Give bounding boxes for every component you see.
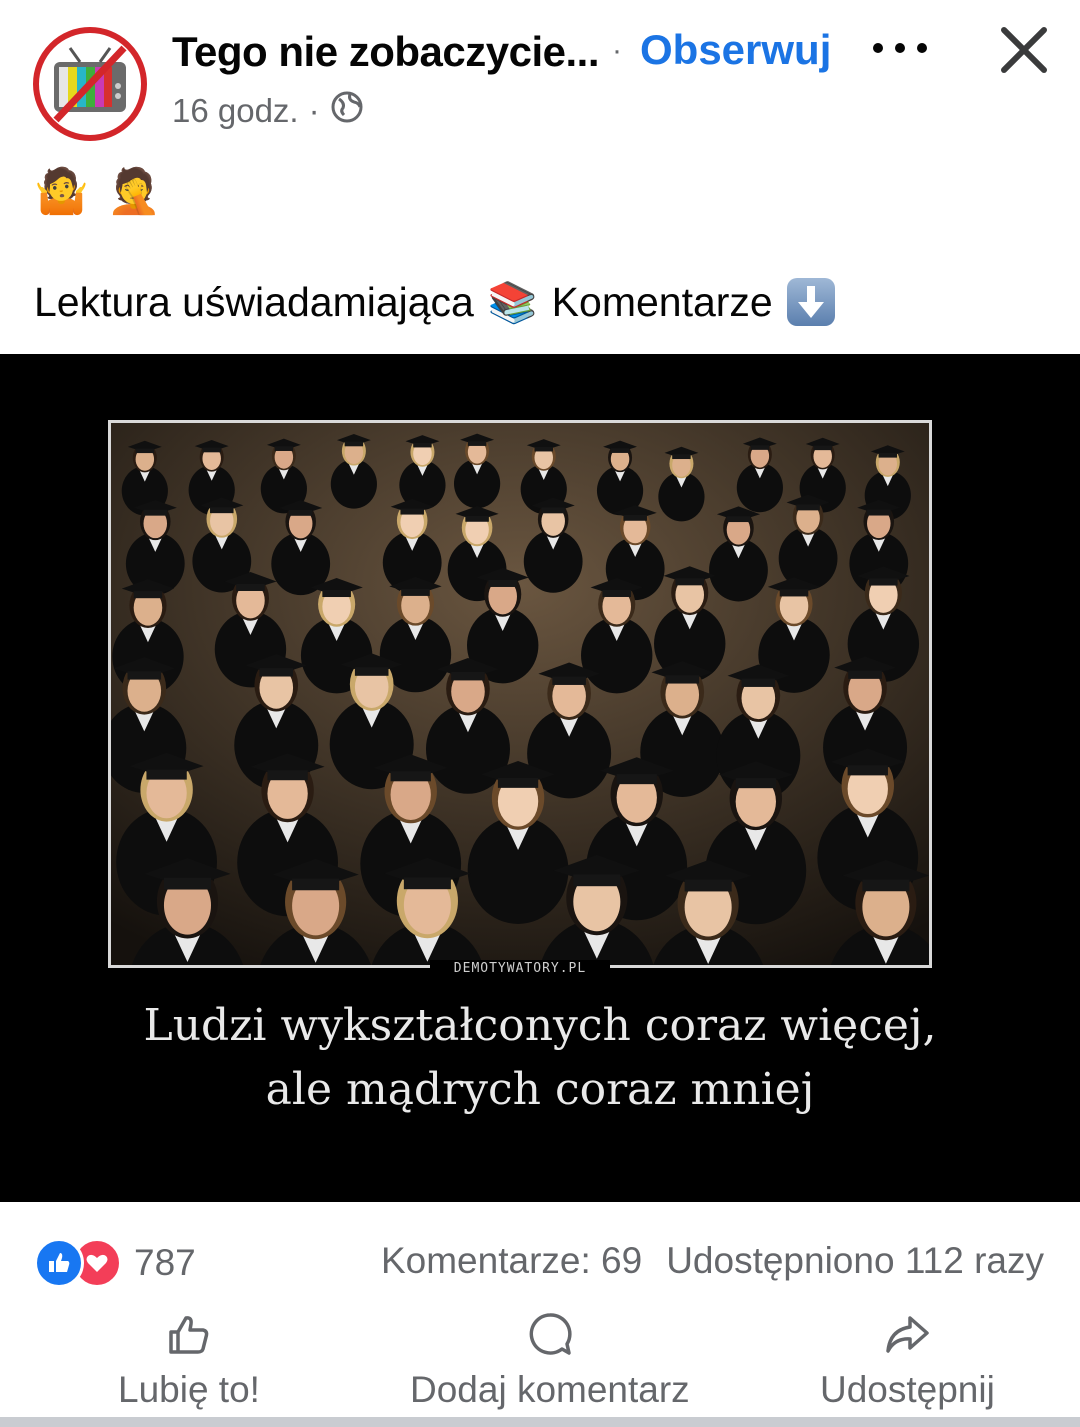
post-time[interactable]: 16 godz. (172, 92, 299, 130)
engagement-counts: Komentarze: 69 Udostępniono 112 razy (381, 1240, 1044, 1282)
post-text: Lektura uświadamiająca 📚 Komentarze (34, 278, 835, 326)
globe-icon (330, 90, 364, 132)
close-icon[interactable] (996, 22, 1052, 78)
like-button[interactable]: Lubię to! (118, 1310, 260, 1411)
facepalm-emoji: 🤦 (106, 167, 162, 216)
like-label: Lubię to! (118, 1369, 260, 1410)
meta-separator: · (308, 92, 320, 129)
reaction-count: 787 (134, 1242, 196, 1283)
comment-icon (526, 1310, 574, 1363)
post-header: Tego nie zobaczycie... · Obserwuj 16 god… (0, 0, 1080, 150)
like-icon (34, 1238, 84, 1288)
bottom-divider (0, 1417, 1080, 1427)
separator-dot: · (612, 34, 622, 67)
page-avatar[interactable] (32, 26, 148, 142)
share-label: Udostępnij (820, 1369, 995, 1410)
emoji-line: 🤷 🤦 (34, 165, 162, 217)
graduates-photo (108, 420, 932, 968)
image-caption: Ludzi wykształconych coraz więcej, ale m… (0, 994, 1080, 1122)
comment-button[interactable]: Dodaj komentarz (410, 1310, 690, 1411)
comment-label: Dodaj komentarz (410, 1369, 690, 1410)
post-image[interactable]: DEMOTYWATORY.PL Ludzi wykształconych cor… (0, 354, 1080, 1202)
books-emoji: 📚 (487, 280, 538, 325)
post-text-part2: Komentarze (551, 278, 773, 325)
post-stats: 787 Komentarze: 69 Udostępniono 112 razy (0, 1210, 1080, 1310)
down-arrow-emoji-icon (786, 278, 835, 326)
caption-line-2: ale mądrych coraz mniej (265, 1064, 815, 1115)
action-bar: Lubię to! Dodaj komentarz Udostępnij (0, 1300, 1080, 1418)
page-name[interactable]: Tego nie zobaczycie... (172, 28, 602, 76)
share-icon (883, 1310, 931, 1363)
watermark: DEMOTYWATORY.PL (430, 960, 610, 978)
more-options-icon[interactable] (870, 30, 930, 66)
shrug-emoji: 🤷 (34, 167, 89, 216)
post-meta: 16 godz. · (172, 90, 364, 132)
shares-count[interactable]: Udostępniono 112 razy (666, 1240, 1044, 1282)
thumbs-up-icon (165, 1310, 213, 1363)
share-button[interactable]: Udostępnij (820, 1310, 995, 1411)
post-text-part1: Lektura uświadamiająca (34, 278, 474, 325)
follow-button[interactable]: Obserwuj (640, 26, 831, 74)
caption-line-1: Ludzi wykształconych coraz więcej, (143, 1000, 937, 1051)
reactions-summary[interactable]: 787 (34, 1238, 196, 1288)
comments-count[interactable]: Komentarze: 69 (381, 1240, 642, 1282)
